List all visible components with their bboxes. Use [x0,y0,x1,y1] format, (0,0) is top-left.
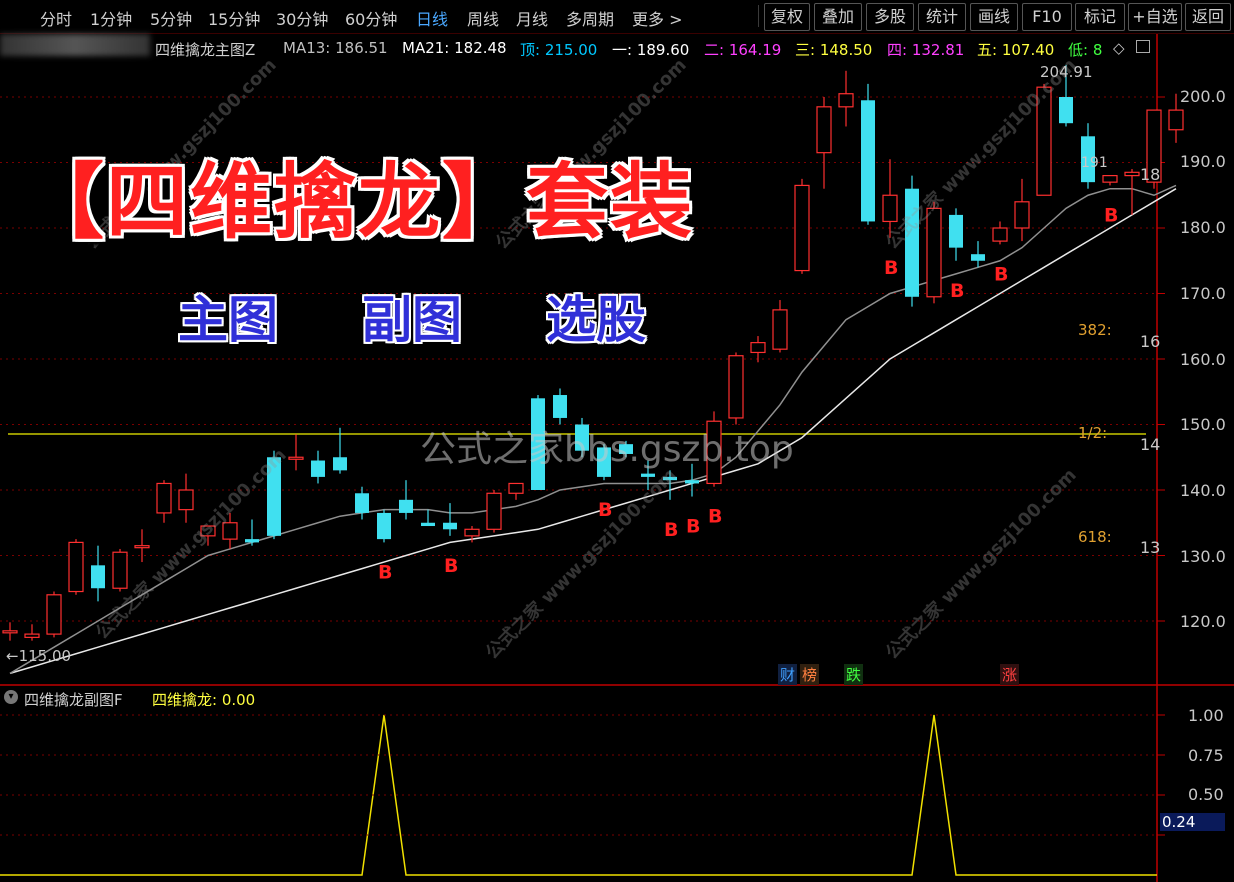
promo-sub-screener: 选股 [546,290,646,349]
candle-body [1124,171,1140,177]
sub-axis-tick: 0.75 [1188,746,1224,765]
candle-body [421,522,435,527]
candle-body [508,482,524,494]
candle-body [311,460,325,477]
buy-signal-marker: B [444,555,458,577]
candle-body [399,499,413,513]
candle-body [355,493,369,513]
candle-body [156,482,172,514]
buy-signal-marker: B [686,516,700,538]
candle-body [333,457,347,471]
candle-body [443,522,457,530]
price-tick: 140.0 [1180,481,1226,500]
site-watermark: 公式之家bbs.gszb.top [420,429,794,470]
sub-panel-menu-icon[interactable]: ▾ [4,690,18,704]
fib-price-partial: 16 [1140,332,1161,351]
candle-body [971,254,985,261]
event-ranking-badge[interactable]: 榜 [800,664,820,685]
sub-gridlines [0,714,1165,836]
candle-body [750,342,766,354]
candle-body [772,309,788,350]
sub-current-value: 0.24 [1160,813,1226,831]
fib-price-partial: 18 [1140,165,1161,184]
cursor-price-annotation: 191 [1081,155,1108,171]
fib-382-label: 382: [1078,321,1112,339]
promo-sub-secondary: 副图 [362,290,462,349]
price-tick: 130.0 [1180,547,1226,566]
promo-title: 【四维擒龙】套装 [22,154,695,250]
sub-indicator-name[interactable]: 四维擒龙副图F [24,689,123,710]
buy-signal-marker: B [708,506,722,528]
candle-body [134,545,150,549]
candle-body [486,492,502,530]
sub-indicator-value: 四维擒龙: 0.00 [152,691,256,709]
candle-body [992,227,1008,242]
candle-body [1059,97,1073,124]
candle-body [882,194,898,223]
candle-body [178,489,194,511]
candle-body [1168,109,1184,131]
candle-body [728,355,744,419]
candle-body [861,100,875,222]
event-finance-badge[interactable]: 财 [778,664,798,685]
price-tick: 170.0 [1180,284,1226,303]
sub-indicator-line [0,714,1157,876]
fib-price-partial: 14 [1140,435,1161,454]
candle-body [794,184,810,272]
buy-signal-marker: B [1104,204,1118,226]
event-fall-badge[interactable]: 跌 [844,664,864,685]
candle-body [1014,201,1030,229]
promo-sub-main: 主图 [178,290,278,349]
candle-body [816,106,832,154]
sub-axis-tick: 1.00 [1188,706,1224,725]
event-rise-badge[interactable]: 涨 [1000,664,1020,685]
price-tick: 160.0 [1180,350,1226,369]
candle-body [949,214,963,248]
candle-body [553,395,567,418]
low-price-annotation: ←115.00 [6,647,72,665]
candle-body [91,565,105,589]
fib-price-partial: 13 [1140,538,1161,557]
price-tick: 120.0 [1180,612,1226,631]
buy-signal-marker: B [664,519,678,541]
buy-signal-marker: B [950,280,964,302]
candle-body [46,594,62,635]
fib-618-label: 618: [1078,528,1112,546]
candle-body [245,539,259,543]
candle-body [2,630,18,634]
high-price-annotation: 204.91 [1040,63,1093,81]
candle-body [68,541,84,593]
buy-signal-marker: B [378,561,392,583]
price-tick: 150.0 [1180,415,1226,434]
candle-body [838,93,854,108]
price-tick: 200.0 [1180,87,1226,106]
buy-signal-marker: B [884,257,898,279]
candle-body [464,528,480,537]
price-tick: 190.0 [1180,152,1226,171]
fib-half-label: 1/2: [1078,424,1108,442]
sub-axis-tick: 0.50 [1188,785,1224,804]
sub-indicator-path [0,714,1157,876]
buy-signal-marker: B [994,263,1008,285]
candle-body [112,551,128,589]
candle-body [1102,175,1118,183]
candle-body [685,480,699,484]
candle-body [24,633,40,638]
price-tick: 180.0 [1180,218,1226,237]
candle-body [377,512,391,540]
